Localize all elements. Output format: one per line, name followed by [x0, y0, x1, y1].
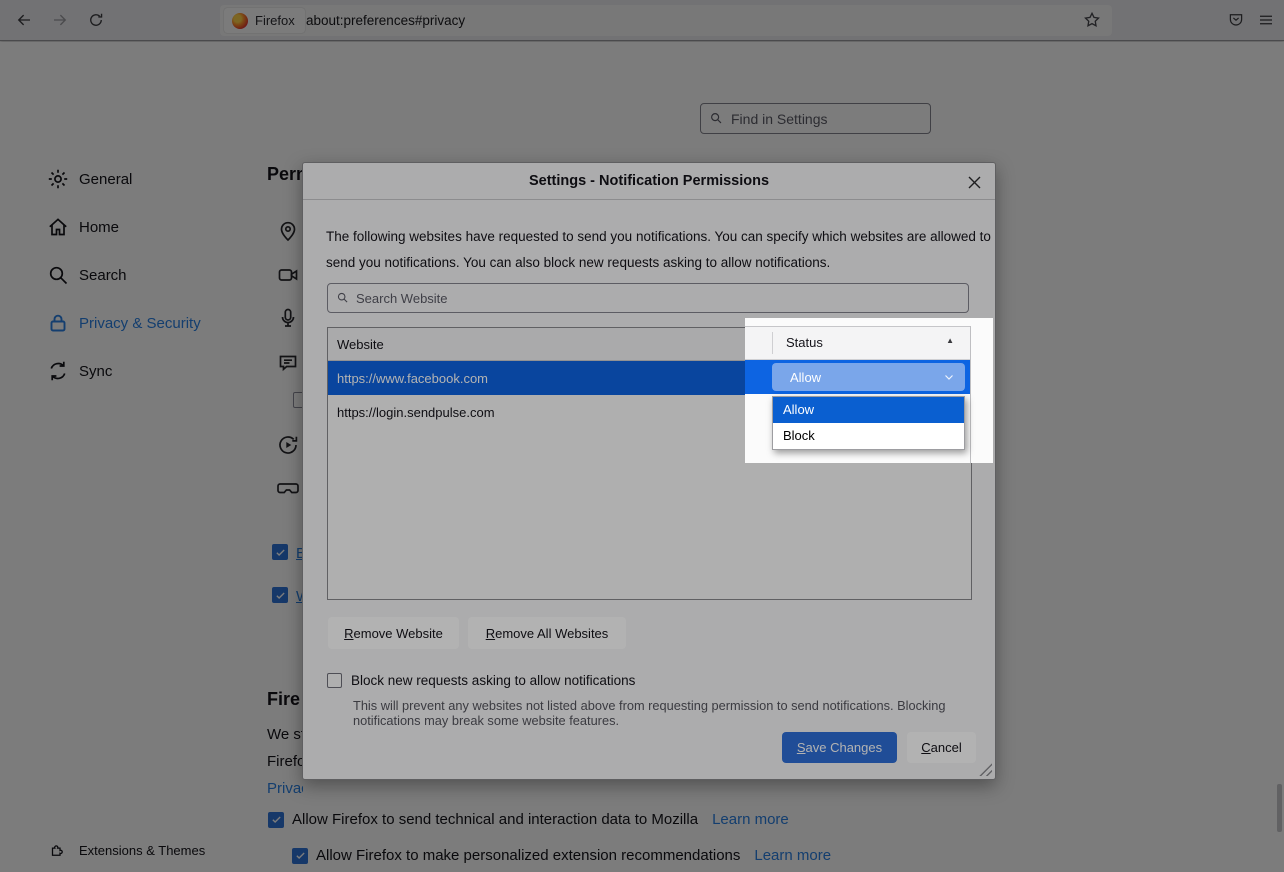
column-separator [772, 332, 773, 354]
sort-ascending-icon: ▲ [946, 336, 954, 345]
status-select[interactable]: Allow [772, 363, 965, 391]
column-header-status[interactable]: Status ▲ [745, 326, 970, 360]
chevron-down-icon [943, 371, 955, 383]
dropdown-option-block[interactable]: Block [773, 423, 964, 449]
dropdown-dim-overlay [0, 0, 1284, 872]
status-dropdown-spotlight: Status ▲ Allow Allow Block [745, 318, 993, 463]
list-right-border [970, 326, 971, 463]
status-select-value: Allow [790, 370, 821, 385]
firefox-window: Firefox about:preferences#privacy Genera… [0, 0, 1284, 872]
dropdown-option-allow[interactable]: Allow [773, 397, 964, 423]
status-dropdown-menu: Allow Block [772, 396, 965, 450]
